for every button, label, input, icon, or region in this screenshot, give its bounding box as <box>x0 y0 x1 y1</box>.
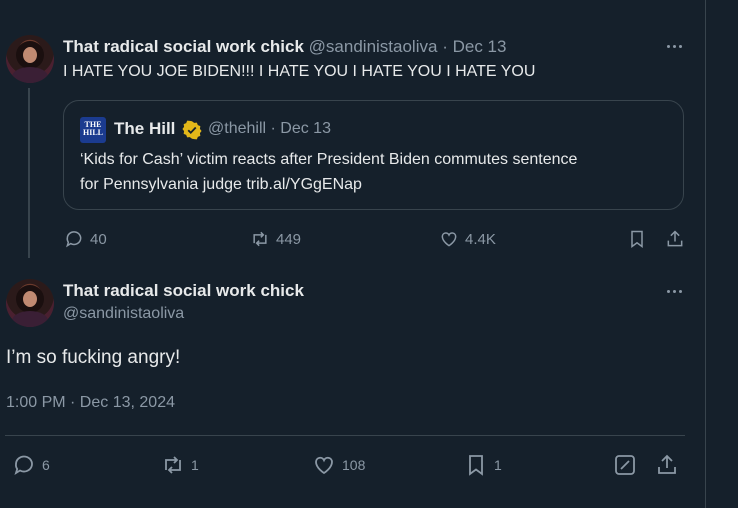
edit-icon <box>615 455 635 475</box>
quote-header: The Hill <box>114 119 175 139</box>
share-icon <box>658 454 676 474</box>
date-separator: · <box>442 37 448 56</box>
share-icon <box>667 230 683 247</box>
reply-button[interactable]: 6 <box>12 453 50 477</box>
edit-button[interactable] <box>613 453 637 477</box>
repost-button[interactable]: 449 <box>250 229 301 249</box>
bookmark-button[interactable] <box>627 229 647 249</box>
display-name[interactable]: That radical social work chick <box>63 281 304 301</box>
repost-icon <box>165 456 181 474</box>
thread-line <box>28 88 30 258</box>
quote-tweet-card[interactable]: THE HILL The Hill @thehill · Dec 13 ‘Kids… <box>63 100 684 210</box>
display-name[interactable]: That radical social work chick <box>63 37 304 56</box>
reply-icon <box>14 455 33 476</box>
tweet-timestamp[interactable]: 1:00 PM · Dec 13, 2024 <box>6 394 175 412</box>
quote-text-line-1: ‘Kids for Cash’ victim reacts after Pres… <box>80 151 578 168</box>
tweet-date[interactable]: Dec 13 <box>453 37 507 56</box>
verified-badge-icon[interactable] <box>182 120 202 140</box>
bookmark-icon <box>631 230 643 248</box>
like-button[interactable]: 108 <box>312 453 365 477</box>
bookmark-icon <box>469 455 483 476</box>
like-count: 108 <box>342 457 366 473</box>
share-button[interactable] <box>655 453 679 477</box>
divider <box>5 435 685 436</box>
quote-date-separator: · <box>270 120 276 137</box>
reply-icon <box>66 231 82 248</box>
column-border <box>705 0 706 508</box>
the-hill-logo: THE HILL <box>80 117 106 143</box>
reply-count: 40 <box>90 230 107 248</box>
reply-button[interactable]: 40 <box>64 229 107 249</box>
heart-icon <box>315 456 333 475</box>
quote-meta: @thehill · Dec 13 <box>208 120 331 138</box>
bookmark-count: 1 <box>494 457 502 473</box>
like-button[interactable]: 4.4K <box>439 229 496 249</box>
handle[interactable]: @sandinistaoliva <box>309 37 438 56</box>
quote-handle[interactable]: @thehill <box>208 120 266 137</box>
more-options-icon[interactable] <box>667 290 682 293</box>
share-button[interactable] <box>665 229 685 249</box>
avatar[interactable] <box>6 35 54 83</box>
repost-icon <box>253 231 267 247</box>
repost-button[interactable]: 1 <box>161 453 199 477</box>
repost-count: 449 <box>276 230 302 248</box>
tweet-text: I HATE YOU JOE BIDEN!!! I HATE YOU I HAT… <box>63 63 536 80</box>
heart-icon <box>441 232 457 247</box>
handle[interactable]: @sandinistaoliva <box>63 305 184 323</box>
tweet-header: That radical social work chick @sandinis… <box>63 37 506 57</box>
reply-count: 6 <box>42 457 50 473</box>
quote-text-line-2: for Pennsylvania judge trib.al/YGgENap <box>80 176 362 193</box>
like-count: 4.4K <box>465 230 496 248</box>
quote-display-name[interactable]: The Hill <box>114 119 175 138</box>
bookmark-button[interactable]: 1 <box>464 453 502 477</box>
quote-date[interactable]: Dec 13 <box>280 120 331 137</box>
repost-count: 1 <box>191 457 199 473</box>
avatar[interactable] <box>6 279 54 327</box>
more-options-icon[interactable] <box>667 45 682 48</box>
tweet-text: I’m so fucking angry! <box>6 347 181 368</box>
